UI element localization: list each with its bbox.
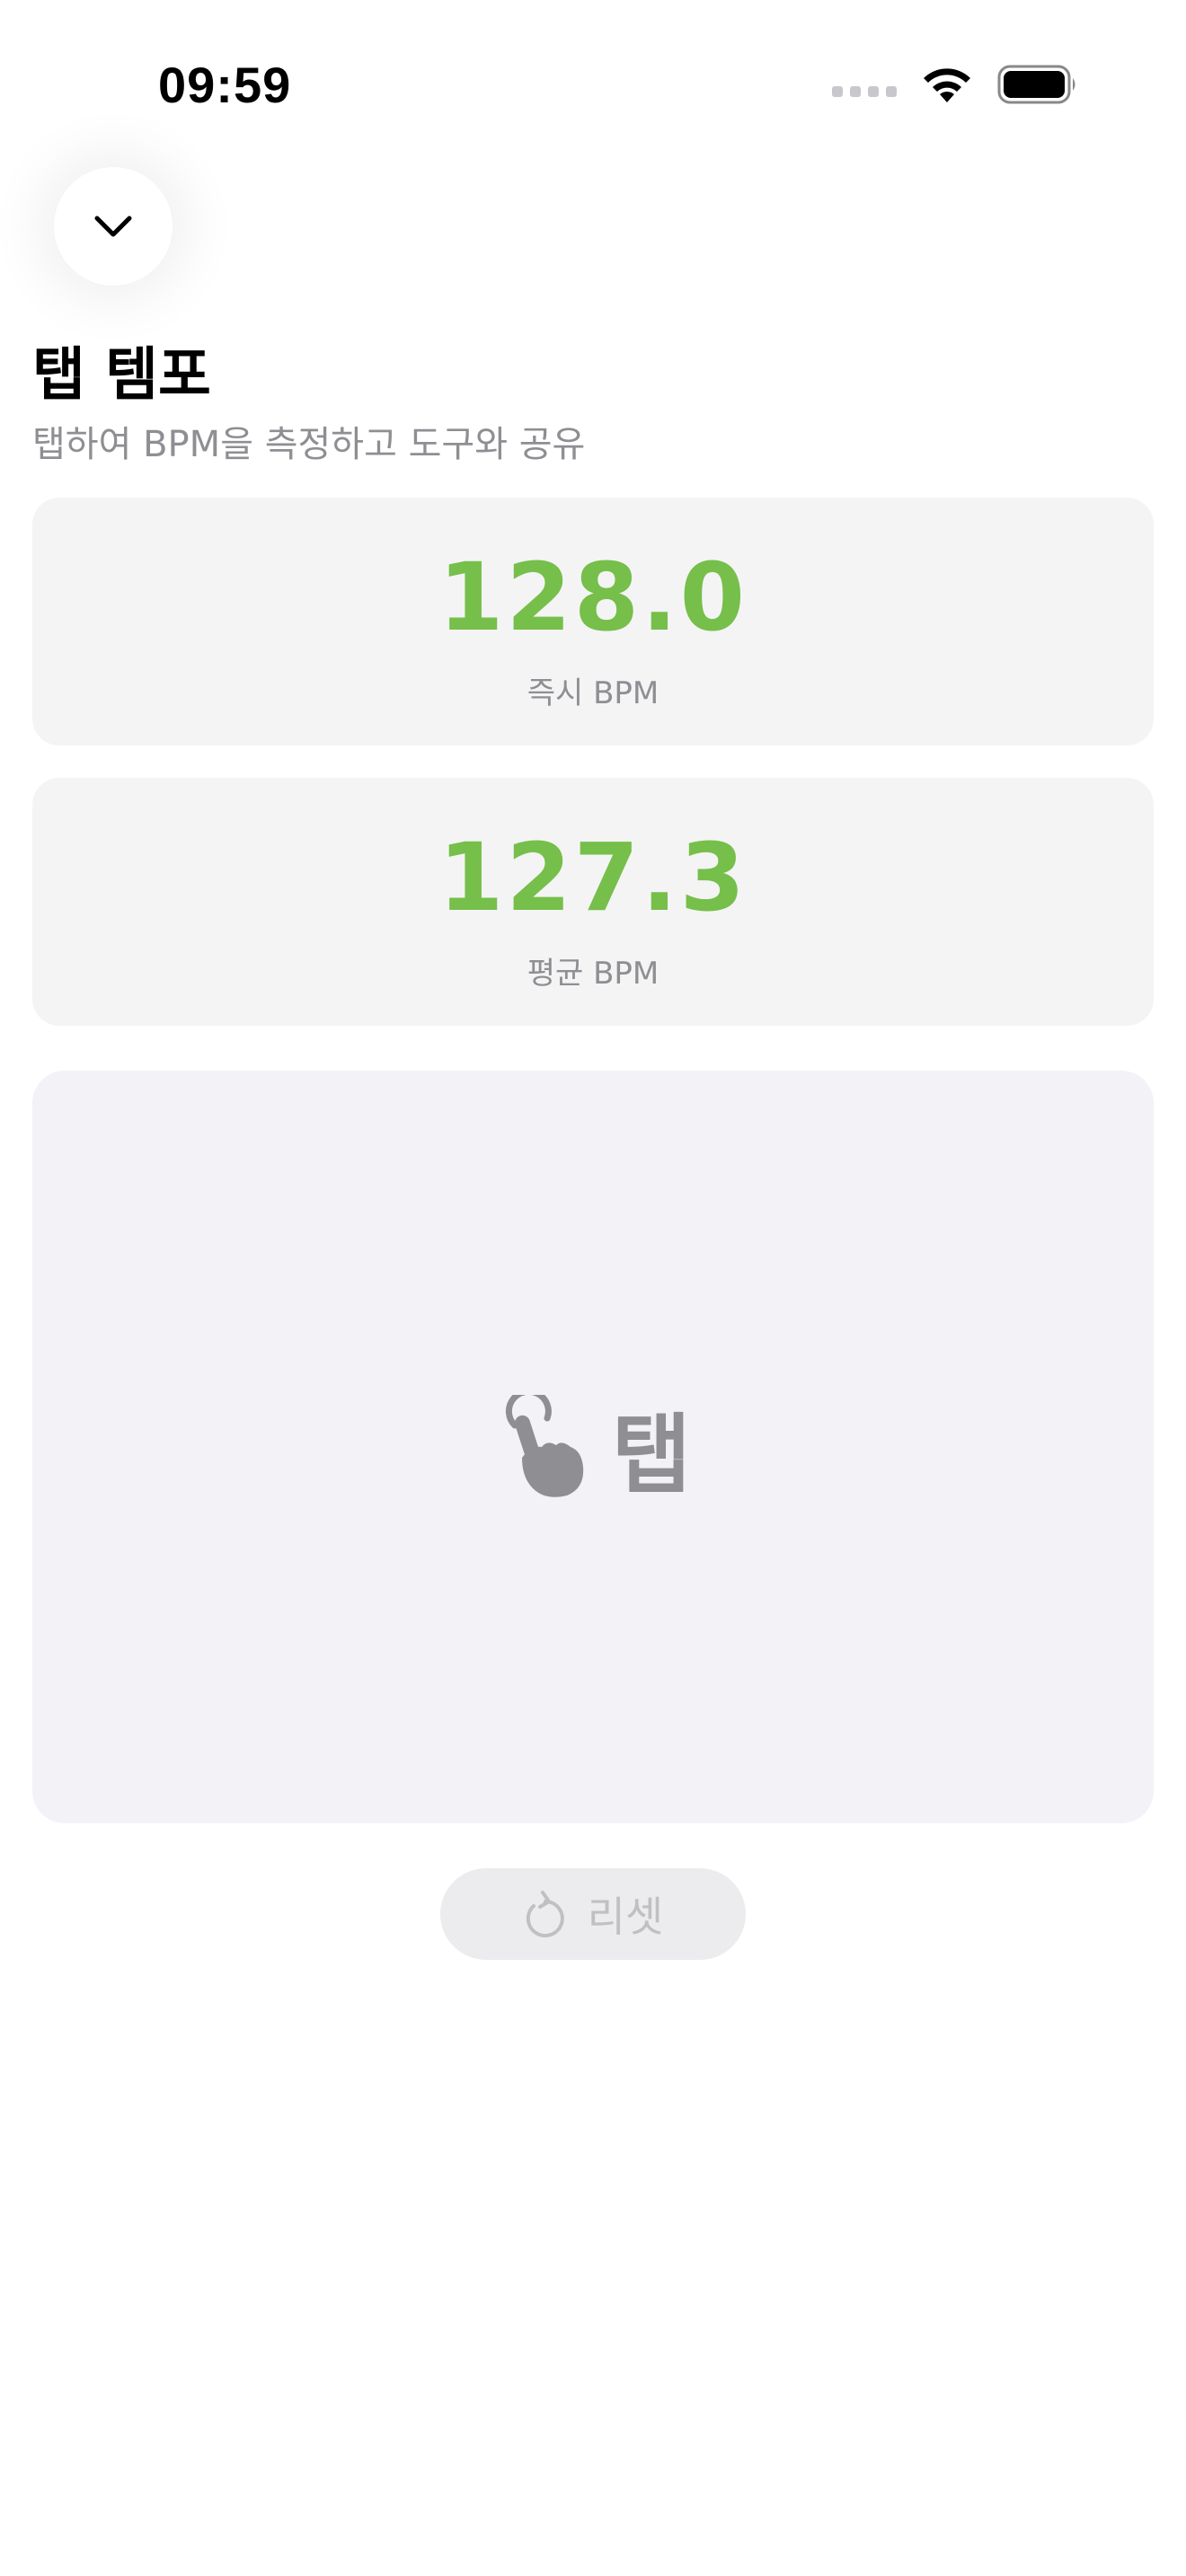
instant-bpm-label: 즉시 BPM <box>527 675 659 711</box>
status-icons <box>832 65 1078 104</box>
reset-arrow-icon <box>526 1891 564 1937</box>
instant-bpm-value: 128.0 <box>438 543 748 652</box>
average-bpm-card: 127.3 평균 BPM <box>32 778 1154 1026</box>
cellular-signal-icon <box>832 86 897 97</box>
reset-label: 리셋 <box>587 1892 664 1941</box>
reset-button[interactable]: 리셋 <box>440 1868 746 1960</box>
tap-area[interactable]: 탭 <box>32 1071 1154 1823</box>
collapse-button[interactable] <box>54 167 173 286</box>
average-bpm-value: 127.3 <box>438 823 748 932</box>
tap-label: 탭 <box>611 1404 692 1505</box>
hand-tap-icon <box>505 1395 584 1497</box>
chevron-down-icon <box>94 216 132 237</box>
page-subtitle: 탭하여 BPM을 측정하고 도구와 공유 <box>32 424 586 465</box>
average-bpm-label: 평균 BPM <box>527 956 659 992</box>
instant-bpm-card: 128.0 즉시 BPM <box>32 498 1154 745</box>
page-title: 탭 템포 <box>32 342 211 409</box>
battery-icon <box>997 65 1078 104</box>
wifi-icon <box>920 65 974 104</box>
status-time: 09:59 <box>158 57 292 113</box>
